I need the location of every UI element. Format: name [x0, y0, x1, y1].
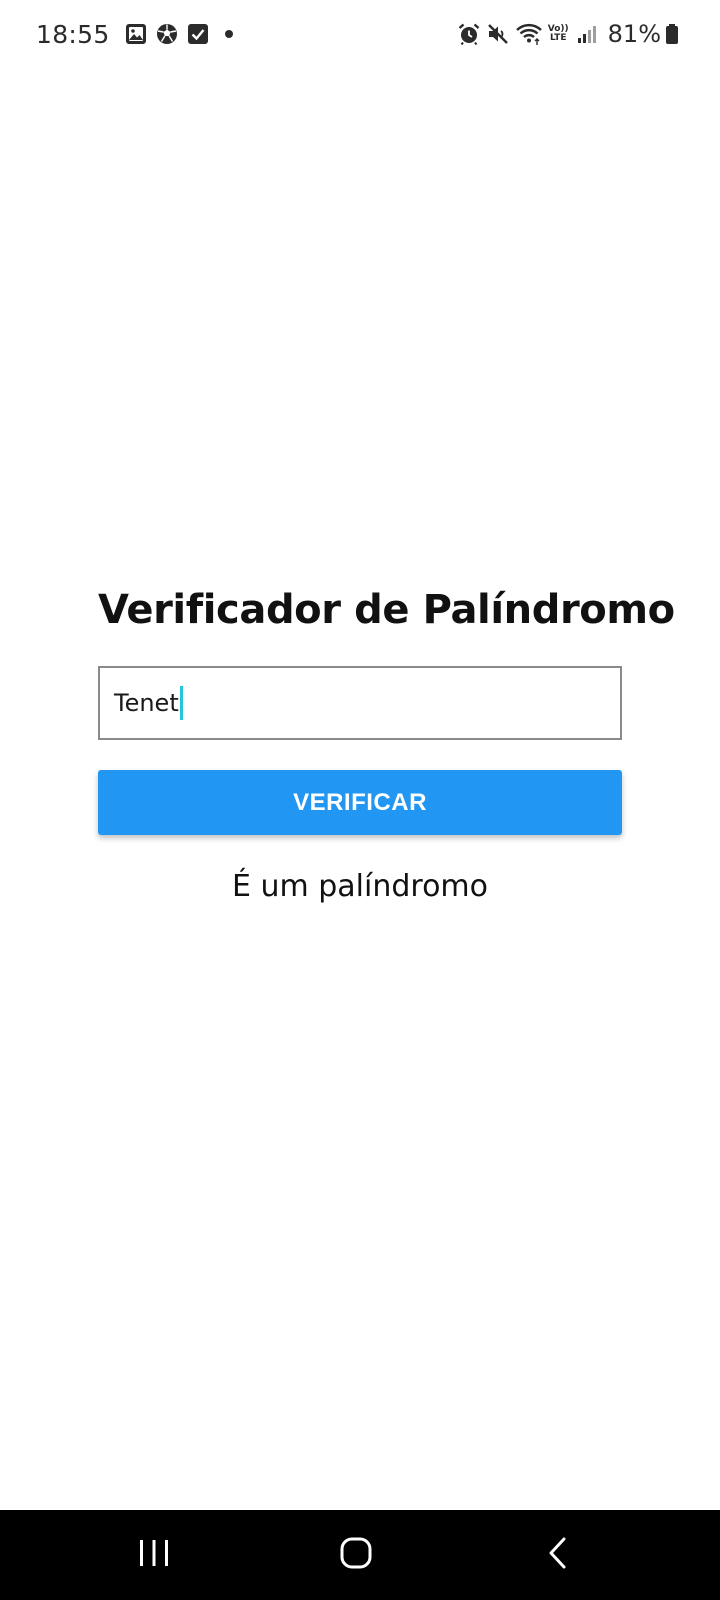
back-icon	[546, 1536, 570, 1575]
recents-icon	[137, 1538, 171, 1573]
signal-icon	[575, 22, 599, 46]
verify-button[interactable]: VERIFICAR	[98, 770, 622, 835]
volte-icon: Vo)) LTE	[548, 25, 569, 43]
dot-icon	[217, 22, 241, 46]
gallery-icon	[124, 22, 148, 46]
wifi-icon	[515, 22, 543, 46]
battery-icon	[665, 22, 679, 46]
battery-percent: 81%	[607, 20, 661, 48]
result-text: É um palíndromo	[231, 869, 489, 904]
status-left: 18:55	[36, 20, 248, 49]
mute-icon	[486, 22, 510, 46]
main-content: Verificador de Palíndromo Tenet VERIFICA…	[98, 580, 675, 909]
alarm-icon	[457, 22, 481, 46]
status-right: Vo)) LTE 81%	[457, 20, 684, 48]
home-button[interactable]	[296, 1510, 416, 1600]
status-time: 18:55	[36, 19, 110, 49]
recents-button[interactable]	[94, 1510, 214, 1600]
text-input[interactable]: Tenet	[98, 666, 622, 740]
checkbox-icon	[186, 22, 210, 46]
back-button[interactable]	[498, 1510, 618, 1600]
app-screen: 18:55 Vo)) LTE 81% Verificador de Palínd…	[0, 0, 720, 1600]
text-cursor	[179, 686, 183, 720]
home-icon	[339, 1536, 373, 1575]
page-title: Verificador de Palíndromo	[98, 587, 675, 633]
status-bar: 18:55 Vo)) LTE 81%	[0, 0, 720, 68]
navigation-bar	[0, 1510, 720, 1600]
soccer-ball-icon	[155, 22, 179, 46]
input-value[interactable]: Tenet	[114, 689, 179, 717]
volte-label-bottom: LTE	[549, 33, 567, 43]
